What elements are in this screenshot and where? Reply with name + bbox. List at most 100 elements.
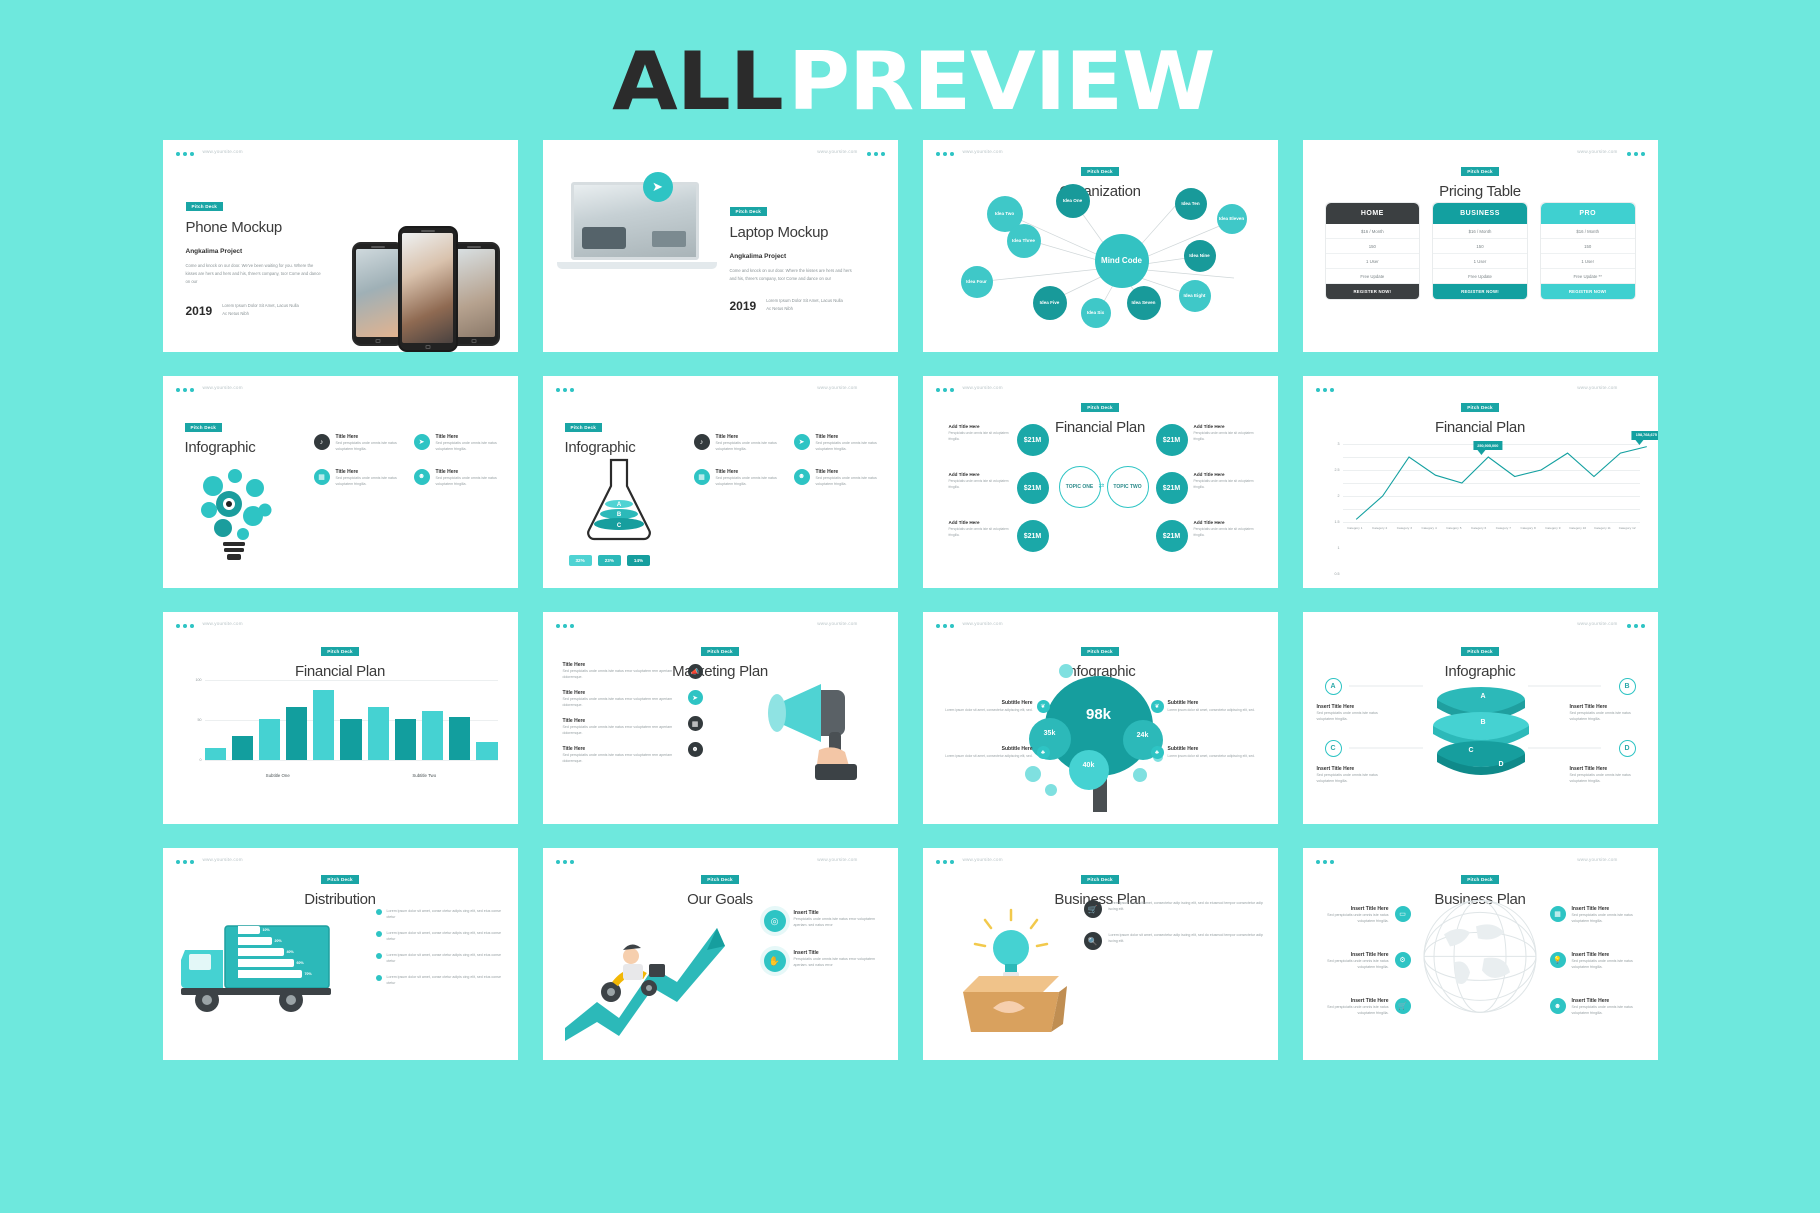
item-desc: Lorem ipsum dolor sit amet, consectetur … <box>945 754 1033 758</box>
bulb-gears-illustration <box>183 458 293 568</box>
bar-percent: 40% <box>286 950 294 954</box>
bar-chart-x-labels: Subtitle One Subtitle Two <box>205 773 498 778</box>
y-axis-tick: 100 <box>195 678 202 682</box>
pricing-columns: HOME $16 / Month 150 1 User Free Update … <box>1324 202 1636 300</box>
percent-chip: 32% <box>568 555 592 566</box>
pitch-deck-badge: Pitch Deck <box>1461 403 1499 412</box>
feature-item[interactable]: ➤ Title Here Sed perspiciatis unde omnis… <box>793 434 884 453</box>
slide-infographic-flask[interactable]: www.yoursite.com Pitch Deck Infographic … <box>542 376 898 588</box>
feature-item[interactable]: ♪ Title Here Sed perspiciatis unde omnis… <box>693 434 784 453</box>
list-item[interactable]: Lorem ipsum dolor sit amet, conse ctetur… <box>375 952 506 965</box>
list-item[interactable]: 🛒 Lorem ipsum dolor sit amet, consectetu… <box>1083 900 1264 918</box>
org-node[interactable]: Idea Nine <box>1183 240 1216 272</box>
marketing-item[interactable]: Title Here Sed perspiciatis unde omnis is… <box>563 746 683 765</box>
year-label: 2019 <box>729 298 757 313</box>
pricing-column-business[interactable]: BUSINESS $16 / Month 150 1 User Free Upd… <box>1432 202 1528 300</box>
slide-financial-plan-bar[interactable]: www.yoursite.com Pitch Deck Financial Pl… <box>162 612 518 824</box>
marketing-item[interactable]: Title Here Sed perspiciatis unde omnis is… <box>563 690 683 709</box>
feature-item[interactable]: ☻ Title Here Sed perspiciatis unde omnis… <box>413 468 504 488</box>
register-button[interactable]: REGISTER NOW! <box>1325 284 1420 299</box>
slide-infographic-layers[interactable]: www.yoursite.com Pitch Deck Infographic … <box>1302 612 1658 824</box>
feature-item[interactable]: ♪ Title Here Sed perspiciatis unde omnis… <box>313 434 404 453</box>
y-axis-tick: 3 <box>1337 442 1340 446</box>
slide-pricing-table[interactable]: www.yoursite.com Pitch Deck Pricing Tabl… <box>1302 140 1658 352</box>
org-node[interactable]: Idea Seven <box>1126 286 1161 320</box>
slide-financial-plan-topics[interactable]: www.yoursite.com Pitch Deck Financial Pl… <box>922 376 1278 588</box>
bulb-icon: 💡 <box>1549 952 1566 968</box>
org-node[interactable]: Idea Six <box>1080 298 1111 328</box>
item-desc: Sed perspiciatis unde omnis iste natus v… <box>1571 913 1633 924</box>
chart-annotation: 158,768,675 <box>1631 430 1658 445</box>
topic-one-node[interactable]: TOPIC ONE <box>1058 466 1101 508</box>
item-title: Subtitle Here <box>1167 700 1199 706</box>
org-node[interactable]: Idea Eight <box>1178 280 1211 312</box>
x-axis-tick: Category 6 <box>1471 526 1487 530</box>
item-desc: Lorem ipsum dolor sit amet, consectetur … <box>1167 708 1255 712</box>
item-desc: Perspiciatis unde omnis iste sit volupta… <box>1193 479 1254 489</box>
feature-item[interactable]: ☻ Title Here Sed perspiciatis unde omnis… <box>793 468 884 488</box>
slide-infographic-tree[interactable]: www.yoursite.com Pitch Deck Infographic … <box>922 612 1278 824</box>
org-node[interactable]: Idea Eleven <box>1216 204 1247 234</box>
user-icon: ☻ <box>687 742 703 757</box>
feature-grid: ♪ Title Here Sed perspiciatis unde omnis… <box>313 434 504 488</box>
item-title: Add Title Here <box>1193 520 1225 525</box>
topic-two-node[interactable]: TOPIC TWO <box>1106 466 1149 508</box>
pricing-column-pro[interactable]: PRO $16 / Month 150 1 User Free Update *… <box>1539 202 1636 300</box>
slide-business-plan-box[interactable]: www.yoursite.com Pitch Deck Business Pla… <box>922 848 1278 1060</box>
target-icon: ◎ <box>763 910 786 932</box>
pitch-deck-badge: Pitch Deck <box>321 875 359 884</box>
slide-infographic-gears[interactable]: www.yoursite.com Pitch Deck Infographic <box>162 376 518 588</box>
plan-storage: 150 <box>1540 239 1635 254</box>
flask-illustration: A B C <box>571 454 667 546</box>
megaphone-illustration <box>757 670 892 780</box>
cart-icon: 🛒 <box>1083 900 1102 918</box>
register-button[interactable]: REGISTER NOW! <box>1540 284 1635 299</box>
slide-our-goals[interactable]: www.yoursite.com Pitch Deck Our Goals ◎ … <box>542 848 898 1060</box>
goal-item[interactable]: ✋ Insert Title Perspiciatis unde omnis i… <box>763 950 882 972</box>
leaf-icon: ❦ <box>1036 700 1050 713</box>
org-node[interactable]: Idea Ten <box>1174 188 1207 220</box>
item-desc: Perspiciatis unde omnis iste sit volupta… <box>1193 527 1254 537</box>
plan-price: $16 / Month <box>1540 224 1635 239</box>
slide-laptop-mockup[interactable]: www.yoursite.com ➤ Pitch Deck Laptop Moc… <box>542 140 898 352</box>
list-item[interactable]: Lorem ipsum dolor sit amet, conse ctetur… <box>375 974 506 987</box>
org-node[interactable]: Idea One <box>1055 184 1090 218</box>
pricing-column-home[interactable]: HOME $16 / Month 150 1 User Free Update … <box>1324 202 1421 300</box>
pitch-deck-badge: Pitch Deck <box>1081 647 1119 656</box>
chart-icon: ▦ <box>693 468 710 485</box>
item-desc: Lorem ipsum dolor sit amet, consectetur … <box>1167 754 1255 758</box>
register-button[interactable]: REGISTER NOW! <box>1433 284 1527 299</box>
slide-phone-mockup[interactable]: www.yoursite.com Pitch Deck Phone Mockup… <box>162 140 518 352</box>
x-axis-tick: Category 5 <box>1446 526 1462 530</box>
list-item[interactable]: Lorem ipsum dolor sit amet, conse ctetur… <box>375 930 506 943</box>
org-node[interactable]: Idea Five <box>1032 286 1067 320</box>
org-node[interactable]: Idea Three <box>1006 224 1041 258</box>
item-title: Subtitle Here <box>1001 746 1033 752</box>
site-url: www.yoursite.com <box>962 385 1003 390</box>
bar <box>258 719 281 760</box>
marketing-item[interactable]: Title Here Sed perspiciatis unde omnis is… <box>563 718 683 737</box>
bar <box>422 711 444 760</box>
slide-business-plan-globe[interactable]: www.yoursite.com Pitch Deck Business Pla… <box>1302 848 1658 1060</box>
goal-item[interactable]: ◎ Insert Title Perspiciatis unde omnis i… <box>763 910 882 932</box>
item-title: Add Title Here <box>948 520 980 525</box>
org-node[interactable]: Idea Four <box>960 266 993 298</box>
slide-financial-plan-line[interactable]: www.yoursite.com Pitch Deck Financial Pl… <box>1302 376 1658 588</box>
slide-marketing-plan[interactable]: www.yoursite.com Pitch Deck Marketing Pl… <box>542 612 898 824</box>
bar-percent: 60% <box>296 961 304 965</box>
y-axis-tick: 0 <box>199 758 202 762</box>
marketing-item[interactable]: Title Here Sed perspiciatis unde omnis is… <box>563 662 683 681</box>
cart-icon: 🛒 <box>1394 998 1411 1014</box>
feature-item[interactable]: ➤ Title Here Sed perspiciatis unde omnis… <box>413 434 504 453</box>
org-center-node[interactable]: Mind Code <box>1094 234 1149 288</box>
list-item[interactable]: 🔍 Lorem ipsum dolor sit amet, consectetu… <box>1083 932 1264 950</box>
feature-item[interactable]: ▦ Title Here Sed perspiciatis unde omnis… <box>313 468 404 488</box>
slide-distribution[interactable]: www.yoursite.com Pitch Deck Distribution… <box>162 848 518 1060</box>
handshake-icon: ✋ <box>763 950 786 972</box>
item-desc: Lorem ipsum dolor sit amet, consectetur … <box>945 708 1033 712</box>
list-item[interactable]: Lorem ipsum dolor sit amet, conse ctetur… <box>375 908 506 921</box>
slide-organization[interactable]: www.yoursite.com Pitch Deck Organization <box>922 140 1278 352</box>
percent-chip: 23% <box>597 555 621 566</box>
feature-item[interactable]: ▦ Title Here Sed perspiciatis unde omnis… <box>693 468 784 488</box>
goal-desc: Perspiciatis unde omnis iste natus error… <box>793 957 876 968</box>
